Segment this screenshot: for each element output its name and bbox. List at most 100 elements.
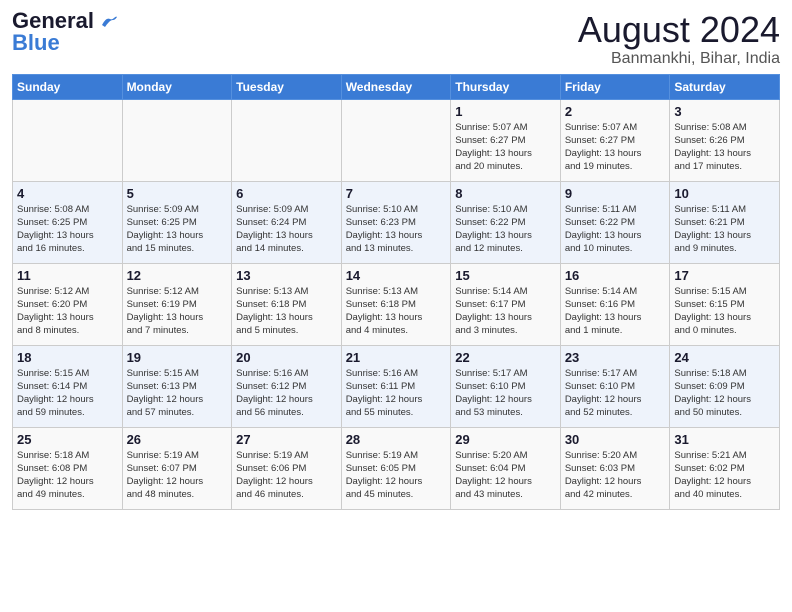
calendar-cell: 18Sunrise: 5:15 AM Sunset: 6:14 PM Dayli… bbox=[13, 345, 123, 427]
col-monday: Monday bbox=[122, 74, 232, 99]
day-number: 25 bbox=[17, 432, 118, 447]
page-container: General Blue August 2024 Banmankhi, Biha… bbox=[0, 0, 792, 518]
day-info: Sunrise: 5:18 AM Sunset: 6:09 PM Dayligh… bbox=[674, 367, 775, 420]
calendar-cell: 7Sunrise: 5:10 AM Sunset: 6:23 PM Daylig… bbox=[341, 181, 451, 263]
calendar-week-3: 18Sunrise: 5:15 AM Sunset: 6:14 PM Dayli… bbox=[13, 345, 780, 427]
day-number: 15 bbox=[455, 268, 556, 283]
col-sunday: Sunday bbox=[13, 74, 123, 99]
day-info: Sunrise: 5:09 AM Sunset: 6:25 PM Dayligh… bbox=[127, 203, 228, 256]
day-info: Sunrise: 5:08 AM Sunset: 6:25 PM Dayligh… bbox=[17, 203, 118, 256]
day-number: 5 bbox=[127, 186, 228, 201]
day-number: 23 bbox=[565, 350, 666, 365]
col-thursday: Thursday bbox=[451, 74, 561, 99]
day-info: Sunrise: 5:07 AM Sunset: 6:27 PM Dayligh… bbox=[455, 121, 556, 174]
calendar-cell: 15 Sunrise: 5:14 AM Sunset: 6:17 PM Dayli… bbox=[451, 263, 561, 345]
calendar-cell: 2 Sunrise: 5:07 AM Sunset: 6:27 PM Daylig… bbox=[560, 99, 670, 181]
day-number: 8 bbox=[455, 186, 556, 201]
calendar-cell: 13 Sunrise: 5:13 AM Sunset: 6:18 PM Dayli… bbox=[232, 263, 342, 345]
calendar-cell: 11 Sunrise: 5:12 AM Sunset: 6:20 PM Dayli… bbox=[13, 263, 123, 345]
day-number: 31 bbox=[674, 432, 775, 447]
calendar-cell: 27 Sunrise: 5:19 AM Sunset: 6:06 PM Dayli… bbox=[232, 427, 342, 509]
col-wednesday: Wednesday bbox=[341, 74, 451, 99]
col-tuesday: Tuesday bbox=[232, 74, 342, 99]
calendar-cell: 22 Sunrise: 5:17 AM Sunset: 6:10 PM Dayli… bbox=[451, 345, 561, 427]
calendar-cell: 16Sunrise: 5:14 AM Sunset: 6:16 PM Dayli… bbox=[560, 263, 670, 345]
day-number: 9 bbox=[565, 186, 666, 201]
day-info: Sunrise: 5:19 AM Sunset: 6:06 PM Dayligh… bbox=[236, 449, 337, 502]
calendar-week-2: 11 Sunrise: 5:12 AM Sunset: 6:20 PM Dayli… bbox=[13, 263, 780, 345]
page-subtitle: Banmankhi, Bihar, India bbox=[578, 50, 780, 68]
day-number: 30 bbox=[565, 432, 666, 447]
col-friday: Friday bbox=[560, 74, 670, 99]
day-info: Sunrise: 5:14 AM Sunset: 6:17 PM Dayligh… bbox=[455, 285, 556, 338]
day-info: Sunrise: 5:08 AM Sunset: 6:26 PM Dayligh… bbox=[674, 121, 775, 174]
day-info: Sunrise: 5:17 AM Sunset: 6:10 PM Dayligh… bbox=[455, 367, 556, 420]
day-number: 20 bbox=[236, 350, 337, 365]
day-info: Sunrise: 5:15 AM Sunset: 6:15 PM Dayligh… bbox=[674, 285, 775, 338]
logo-bird-icon bbox=[100, 15, 118, 29]
day-number: 17 bbox=[674, 268, 775, 283]
calendar-cell: 24 Sunrise: 5:18 AM Sunset: 6:09 PM Dayli… bbox=[670, 345, 780, 427]
calendar-cell bbox=[122, 99, 232, 181]
day-number: 13 bbox=[236, 268, 337, 283]
day-number: 28 bbox=[346, 432, 447, 447]
day-number: 14 bbox=[346, 268, 447, 283]
day-number: 19 bbox=[127, 350, 228, 365]
calendar-cell bbox=[232, 99, 342, 181]
calendar-cell: 6 Sunrise: 5:09 AM Sunset: 6:24 PM Daylig… bbox=[232, 181, 342, 263]
calendar-cell: 12 Sunrise: 5:12 AM Sunset: 6:19 PM Dayli… bbox=[122, 263, 232, 345]
calendar-cell: 19Sunrise: 5:15 AM Sunset: 6:13 PM Dayli… bbox=[122, 345, 232, 427]
calendar-cell bbox=[341, 99, 451, 181]
day-info: Sunrise: 5:12 AM Sunset: 6:20 PM Dayligh… bbox=[17, 285, 118, 338]
day-number: 26 bbox=[127, 432, 228, 447]
day-number: 1 bbox=[455, 104, 556, 119]
title-block: August 2024 Banmankhi, Bihar, India bbox=[578, 10, 780, 68]
day-number: 2 bbox=[565, 104, 666, 119]
day-number: 22 bbox=[455, 350, 556, 365]
day-number: 10 bbox=[674, 186, 775, 201]
day-info: Sunrise: 5:14 AM Sunset: 6:16 PM Dayligh… bbox=[565, 285, 666, 338]
calendar-cell: 21Sunrise: 5:16 AM Sunset: 6:11 PM Dayli… bbox=[341, 345, 451, 427]
day-info: Sunrise: 5:16 AM Sunset: 6:12 PM Dayligh… bbox=[236, 367, 337, 420]
logo-blue: Blue bbox=[12, 32, 60, 54]
calendar-cell: 10 Sunrise: 5:11 AM Sunset: 6:21 PM Dayli… bbox=[670, 181, 780, 263]
calendar-table: Sunday Monday Tuesday Wednesday Thursday… bbox=[12, 74, 780, 510]
day-info: Sunrise: 5:11 AM Sunset: 6:22 PM Dayligh… bbox=[565, 203, 666, 256]
calendar-cell: 3 Sunrise: 5:08 AM Sunset: 6:26 PM Daylig… bbox=[670, 99, 780, 181]
calendar-cell: 17 Sunrise: 5:15 AM Sunset: 6:15 PM Dayli… bbox=[670, 263, 780, 345]
day-info: Sunrise: 5:10 AM Sunset: 6:23 PM Dayligh… bbox=[346, 203, 447, 256]
calendar-cell: 9 Sunrise: 5:11 AM Sunset: 6:22 PM Daylig… bbox=[560, 181, 670, 263]
day-info: Sunrise: 5:09 AM Sunset: 6:24 PM Dayligh… bbox=[236, 203, 337, 256]
calendar-cell: 28Sunrise: 5:19 AM Sunset: 6:05 PM Dayli… bbox=[341, 427, 451, 509]
calendar-cell: 8 Sunrise: 5:10 AM Sunset: 6:22 PM Daylig… bbox=[451, 181, 561, 263]
calendar-cell: 1 Sunrise: 5:07 AM Sunset: 6:27 PM Daylig… bbox=[451, 99, 561, 181]
day-info: Sunrise: 5:21 AM Sunset: 6:02 PM Dayligh… bbox=[674, 449, 775, 502]
calendar-cell: 23Sunrise: 5:17 AM Sunset: 6:10 PM Dayli… bbox=[560, 345, 670, 427]
day-info: Sunrise: 5:13 AM Sunset: 6:18 PM Dayligh… bbox=[236, 285, 337, 338]
day-info: Sunrise: 5:20 AM Sunset: 6:04 PM Dayligh… bbox=[455, 449, 556, 502]
calendar-cell: 31 Sunrise: 5:21 AM Sunset: 6:02 PM Dayli… bbox=[670, 427, 780, 509]
calendar-cell: 20 Sunrise: 5:16 AM Sunset: 6:12 PM Dayli… bbox=[232, 345, 342, 427]
day-info: Sunrise: 5:10 AM Sunset: 6:22 PM Dayligh… bbox=[455, 203, 556, 256]
calendar-week-4: 25 Sunrise: 5:18 AM Sunset: 6:08 PM Dayli… bbox=[13, 427, 780, 509]
day-number: 4 bbox=[17, 186, 118, 201]
calendar-cell: 5 Sunrise: 5:09 AM Sunset: 6:25 PM Daylig… bbox=[122, 181, 232, 263]
day-number: 12 bbox=[127, 268, 228, 283]
logo: General Blue bbox=[12, 10, 118, 54]
day-number: 3 bbox=[674, 104, 775, 119]
calendar-cell: 26Sunrise: 5:19 AM Sunset: 6:07 PM Dayli… bbox=[122, 427, 232, 509]
day-info: Sunrise: 5:18 AM Sunset: 6:08 PM Dayligh… bbox=[17, 449, 118, 502]
day-number: 27 bbox=[236, 432, 337, 447]
day-number: 6 bbox=[236, 186, 337, 201]
day-info: Sunrise: 5:12 AM Sunset: 6:19 PM Dayligh… bbox=[127, 285, 228, 338]
calendar-header-row: Sunday Monday Tuesday Wednesday Thursday… bbox=[13, 74, 780, 99]
page-title: August 2024 bbox=[578, 10, 780, 50]
day-info: Sunrise: 5:07 AM Sunset: 6:27 PM Dayligh… bbox=[565, 121, 666, 174]
day-number: 11 bbox=[17, 268, 118, 283]
day-info: Sunrise: 5:20 AM Sunset: 6:03 PM Dayligh… bbox=[565, 449, 666, 502]
day-info: Sunrise: 5:16 AM Sunset: 6:11 PM Dayligh… bbox=[346, 367, 447, 420]
header: General Blue August 2024 Banmankhi, Biha… bbox=[12, 10, 780, 68]
day-number: 24 bbox=[674, 350, 775, 365]
day-number: 18 bbox=[17, 350, 118, 365]
day-info: Sunrise: 5:11 AM Sunset: 6:21 PM Dayligh… bbox=[674, 203, 775, 256]
